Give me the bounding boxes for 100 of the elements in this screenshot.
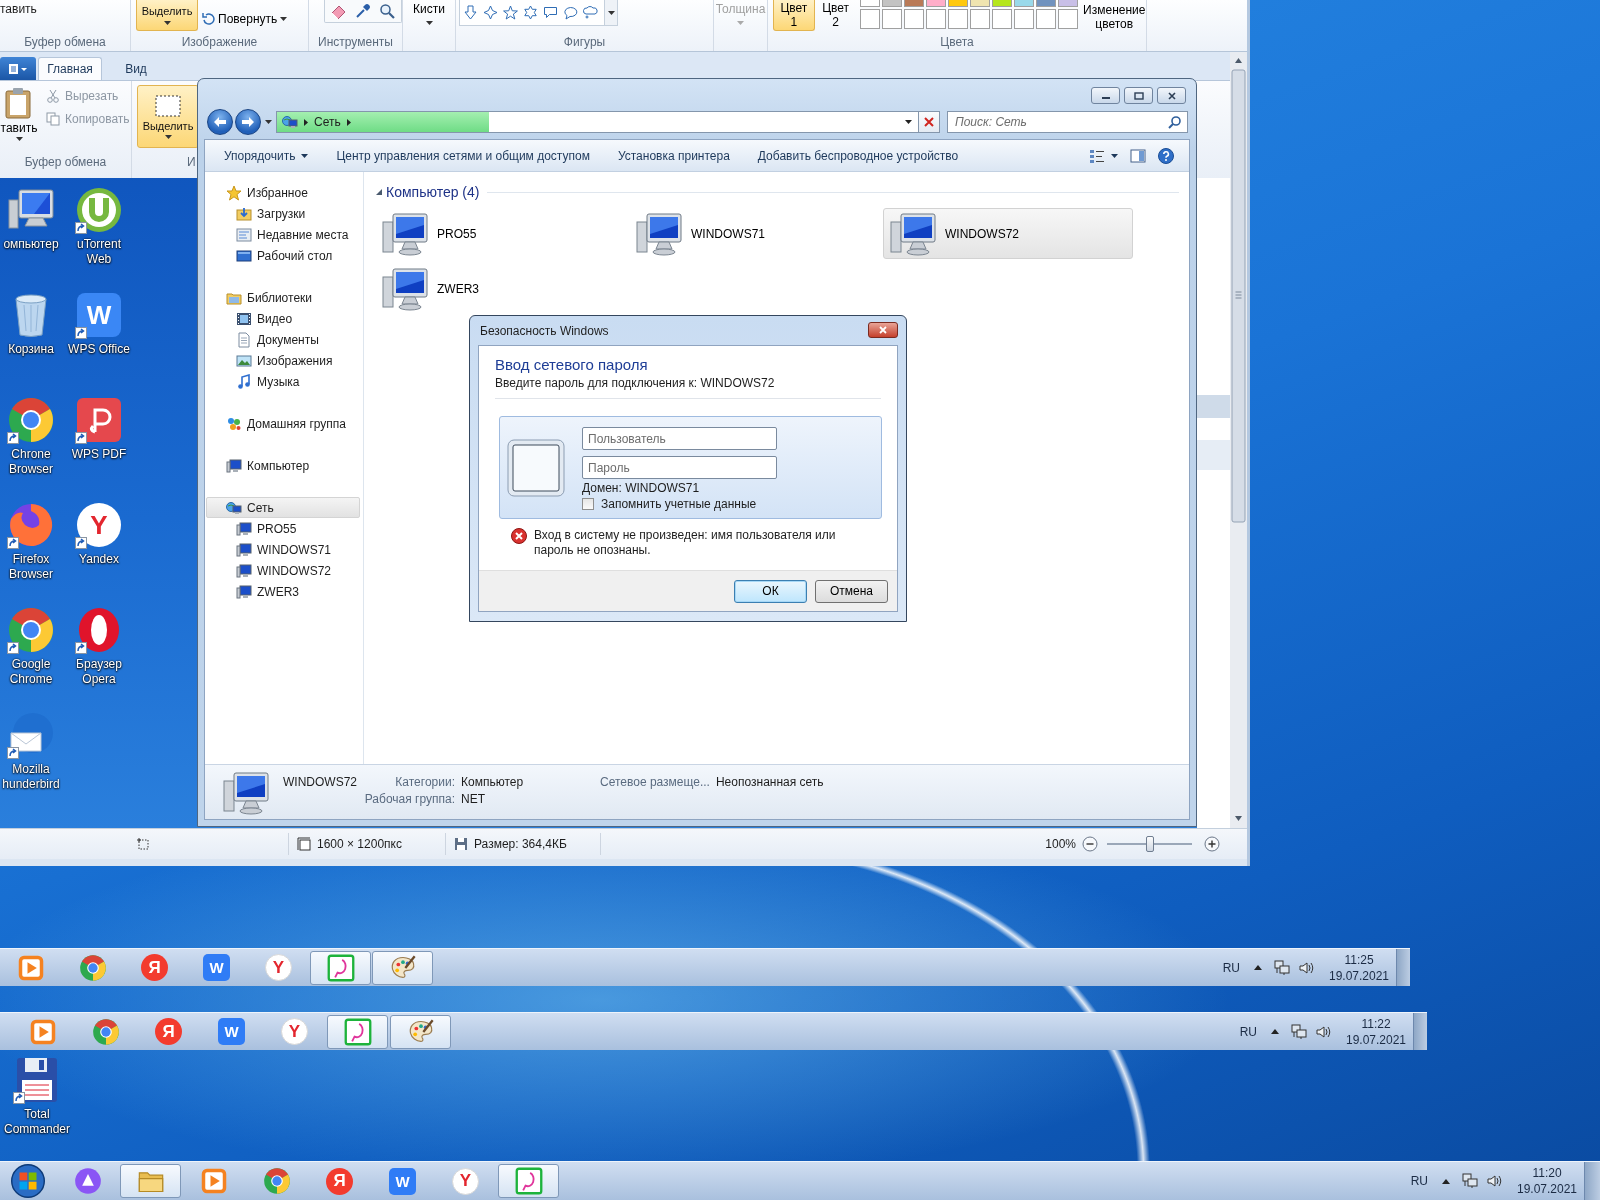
- close-button[interactable]: [1157, 87, 1186, 104]
- color-swatch-icon[interactable]: [969, 0, 990, 7]
- taskbar-button[interactable]: [372, 950, 433, 985]
- address-bar[interactable]: Сеть: [276, 111, 919, 133]
- callout-shape-icon[interactable]: [583, 5, 598, 20]
- color-swatch-icon[interactable]: [925, 9, 946, 29]
- color-swatch-icon[interactable]: [1057, 0, 1078, 7]
- color-swatch-icon[interactable]: [881, 0, 902, 7]
- dropdown-icon[interactable]: [905, 120, 912, 124]
- nav-item[interactable]: Загрузки: [236, 203, 306, 224]
- breadcrumb-arrow-icon[interactable]: [304, 118, 308, 126]
- color-swatch-icon[interactable]: [859, 0, 880, 7]
- callout-shape-icon[interactable]: [563, 5, 578, 20]
- desktop-icon-label[interactable]: uTorrent Web: [66, 237, 132, 267]
- star-shape-icon[interactable]: [503, 5, 518, 20]
- dialog-button[interactable]: Отмена: [815, 579, 888, 603]
- nav-item[interactable]: Сеть: [206, 497, 360, 518]
- color-swatch-icon[interactable]: [991, 0, 1012, 7]
- view-options-button[interactable]: [1089, 147, 1118, 164]
- tricolor-ring-icon[interactable]: [7, 606, 55, 654]
- desktop-icon-label[interactable]: Firefox Browser: [0, 552, 62, 582]
- nav-item[interactable]: WINDOWS72: [236, 560, 331, 581]
- fox-globe-icon[interactable]: [7, 501, 55, 549]
- nav-item[interactable]: Музыка: [236, 371, 300, 392]
- breadcrumb-arrow-icon[interactable]: [346, 118, 351, 126]
- gallery-scroll-button[interactable]: [604, 0, 617, 25]
- clock-date[interactable]: 19.07.2021: [1516, 1181, 1578, 1197]
- magnifier-icon[interactable]: [379, 3, 395, 19]
- color-picker-icon[interactable]: [355, 3, 371, 19]
- taskbar-button[interactable]: [390, 1014, 451, 1049]
- language-indicator[interactable]: RU: [1239, 1024, 1257, 1039]
- caret-up-icon[interactable]: [1271, 1029, 1279, 1034]
- color-swatch-icon[interactable]: [947, 0, 968, 7]
- taskbar-button[interactable]: Y: [264, 1014, 325, 1049]
- forward-button[interactable]: [235, 109, 261, 135]
- language-indicator[interactable]: RU: [1410, 1174, 1428, 1188]
- star-shape-icon[interactable]: [483, 5, 498, 20]
- edit-colors-button[interactable]: Изменение цветов: [1082, 3, 1146, 31]
- group-header[interactable]: Компьютер (4): [386, 184, 480, 200]
- preview-pane-button[interactable]: [1130, 147, 1146, 164]
- username-field[interactable]: Пользователь: [582, 427, 777, 450]
- nav-item[interactable]: Рабочий стол: [236, 245, 333, 266]
- zoom-out-icon[interactable]: [1082, 836, 1098, 852]
- color-swatch-icon[interactable]: [903, 0, 924, 7]
- color-swatch-icon[interactable]: [903, 9, 924, 29]
- close-button[interactable]: [868, 321, 898, 338]
- select-button[interactable]: Выделить: [136, 0, 198, 31]
- color-swatch-icon[interactable]: [969, 9, 990, 29]
- nav-item[interactable]: Изображения: [236, 350, 333, 371]
- taskbar-button[interactable]: Y: [435, 1164, 496, 1198]
- network-icon[interactable]: [1291, 1023, 1307, 1040]
- color-swatch-icon[interactable]: [1013, 0, 1034, 7]
- volume-icon[interactable]: [1298, 959, 1314, 976]
- nav-item[interactable]: Избранное: [226, 182, 308, 203]
- clock-date[interactable]: 19.07.2021: [1328, 967, 1390, 984]
- select-button[interactable]: Выделить: [137, 85, 199, 148]
- color-swatch-icon[interactable]: [1057, 9, 1078, 29]
- taskbar-button[interactable]: Я: [309, 1164, 370, 1198]
- star-shape-icon[interactable]: [523, 5, 538, 20]
- taskbar-button[interactable]: Я: [124, 950, 185, 985]
- torrent-app-icon[interactable]: [75, 186, 123, 234]
- toolbar-button[interactable]: Добавить беспроводное устройство: [757, 148, 959, 163]
- color-swatch-icon[interactable]: [881, 9, 902, 29]
- desktop-icon-label[interactable]: Google Chrome: [0, 657, 62, 687]
- brushes-button[interactable]: Кисти: [413, 2, 445, 25]
- computer-item[interactable]: WINDOWS72: [883, 208, 1133, 259]
- breadcrumb[interactable]: Сеть: [314, 115, 341, 129]
- desktop-icon-label[interactable]: WPS Office: [68, 342, 130, 357]
- color-swatch-icon[interactable]: [991, 9, 1012, 29]
- menu-button[interactable]: [0, 57, 36, 80]
- minimize-button[interactable]: [1091, 87, 1120, 104]
- rotate-button[interactable]: Повернуть: [201, 11, 288, 27]
- nav-item[interactable]: Компьютер: [226, 455, 310, 476]
- taskbar-button[interactable]: Я: [138, 1014, 199, 1049]
- pen-tile-icon[interactable]: [75, 396, 123, 444]
- search-field[interactable]: Поиск: Сеть: [947, 111, 1188, 133]
- nav-item[interactable]: ZWER3: [236, 581, 299, 602]
- checkbox-label[interactable]: Запомнить учетные данные: [601, 497, 757, 511]
- nav-item[interactable]: PRO55: [236, 518, 297, 539]
- caret-up-icon[interactable]: [1442, 1178, 1450, 1184]
- clock-time[interactable]: 11:25: [1344, 951, 1374, 968]
- maximize-button[interactable]: [1124, 87, 1153, 104]
- nav-item[interactable]: Недавние места: [236, 224, 349, 245]
- desktop-icon-label[interactable]: Total Commander: [4, 1107, 70, 1137]
- tricolor-ring-icon[interactable]: [7, 396, 55, 444]
- desktop-icon-label[interactable]: омпьютер: [3, 237, 59, 252]
- eraser-icon[interactable]: [331, 3, 347, 19]
- nav-item[interactable]: Видео: [236, 308, 293, 329]
- ribbon-tab[interactable]: Вид: [104, 57, 168, 80]
- color-swatch-icon[interactable]: [947, 9, 968, 29]
- taskbar-button[interactable]: W: [201, 1014, 262, 1049]
- desktop-icon-label[interactable]: Yandex: [79, 552, 119, 567]
- paste-button[interactable]: тавить: [0, 0, 37, 17]
- desktop-icon-label[interactable]: Chrone Browser: [0, 447, 62, 477]
- password-field[interactable]: Пароль: [582, 456, 777, 479]
- paste-button[interactable]: тавить: [0, 81, 38, 141]
- desktop-icon-label[interactable]: Корзина: [8, 342, 54, 357]
- nav-item[interactable]: Домашняя группа: [226, 413, 347, 434]
- zoom-in-icon[interactable]: [1204, 836, 1220, 852]
- color-swatch-icon[interactable]: [1013, 9, 1034, 29]
